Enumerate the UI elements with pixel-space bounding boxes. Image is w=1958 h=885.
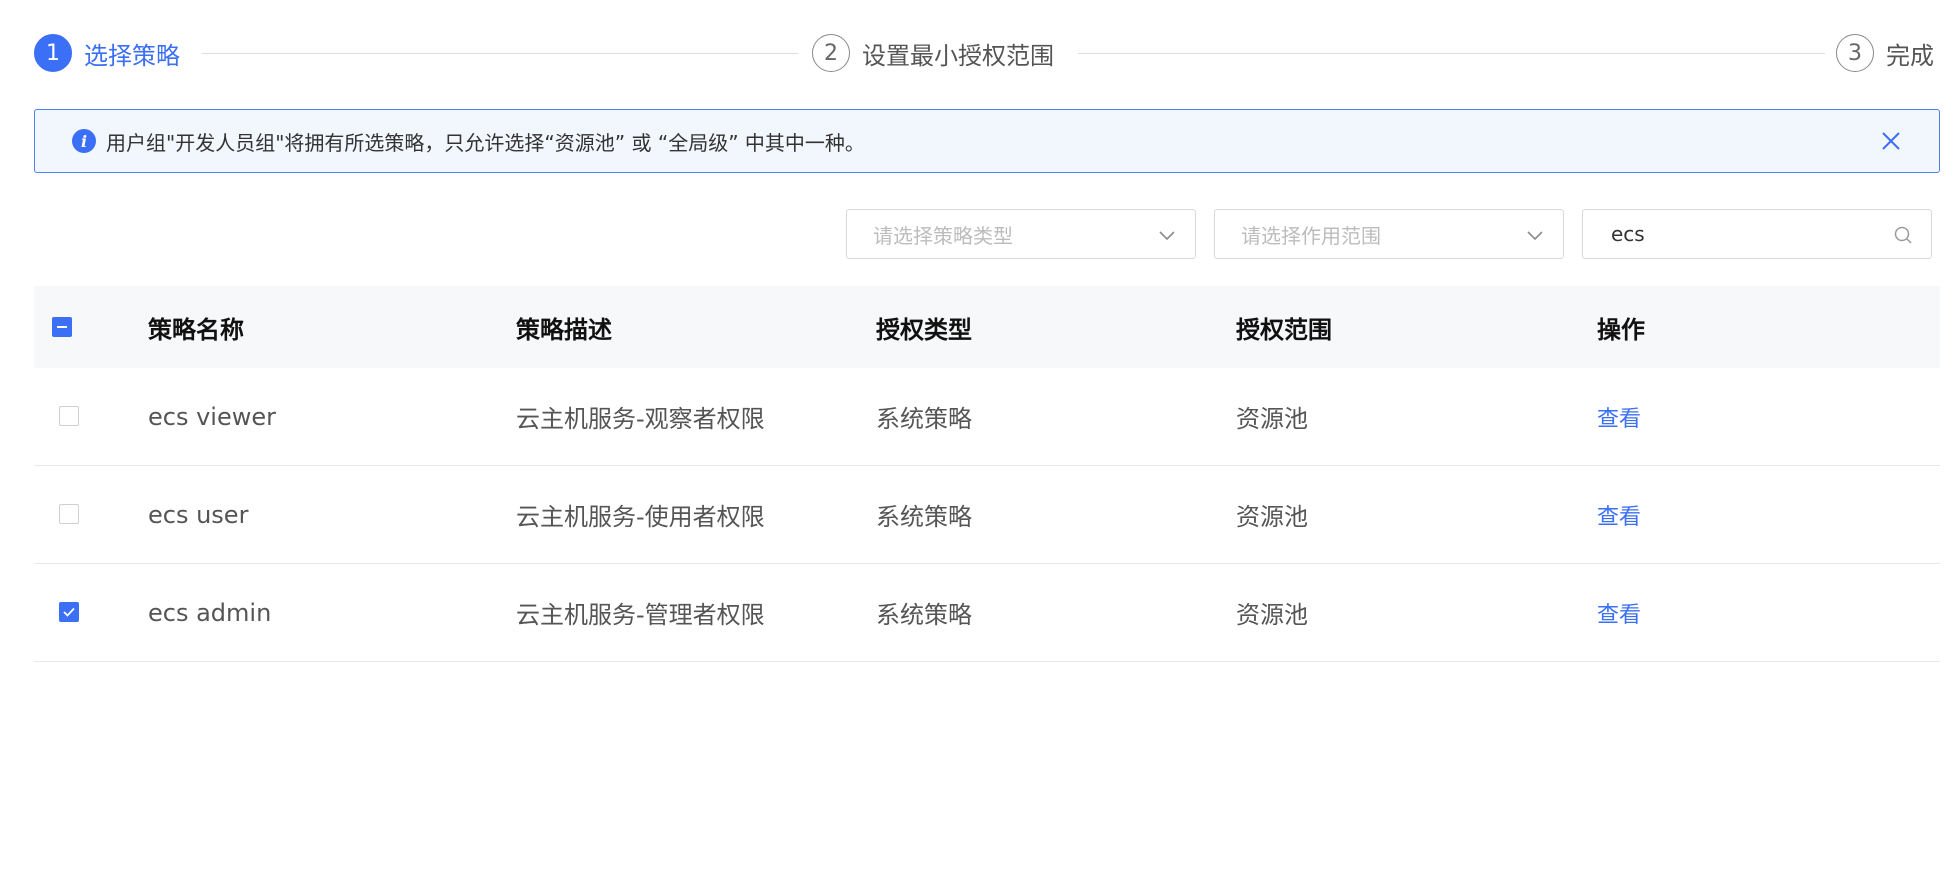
policy-desc: 云主机服务-管理者权限 — [516, 601, 765, 629]
policy-name: ecs user — [148, 500, 249, 529]
close-icon[interactable] — [1879, 129, 1903, 153]
search-value: ecs — [1611, 222, 1645, 246]
check-icon — [63, 607, 75, 617]
policy-type-placeholder: 请选择策略类型 — [873, 223, 1013, 248]
policy-type-select[interactable]: 请选择策略类型 — [846, 209, 1196, 259]
header-auth-type: 授权类型 — [876, 315, 972, 344]
chevron-down-icon — [1527, 231, 1543, 241]
policy-desc: 云主机服务-观察者权限 — [516, 405, 765, 433]
step-connector-2 — [1078, 53, 1825, 54]
policy-name: ecs admin — [148, 598, 272, 627]
scope-select[interactable]: 请选择作用范围 — [1214, 209, 1564, 259]
table-row: ecs admin 云主机服务-管理者权限 系统策略 资源池 查看 — [34, 564, 1940, 662]
chevron-down-icon — [1159, 231, 1175, 241]
scope-placeholder: 请选择作用范围 — [1241, 223, 1381, 248]
header-action: 操作 — [1597, 315, 1645, 344]
step-1-label: 选择策略 — [84, 41, 180, 70]
stepper: 1 选择策略 2 设置最小授权范围 3 完成 — [34, 34, 1944, 74]
view-link[interactable]: 查看 — [1597, 499, 1641, 531]
search-icon[interactable] — [1893, 225, 1913, 245]
view-link[interactable]: 查看 — [1597, 401, 1641, 433]
step-3-circle: 3 — [1836, 34, 1874, 72]
table-header: 策略名称 策略描述 授权类型 授权范围 操作 — [34, 286, 1940, 368]
auth-scope: 资源池 — [1236, 405, 1308, 433]
step-1-circle: 1 — [34, 34, 72, 72]
auth-type: 系统策略 — [876, 405, 972, 433]
info-icon: i — [72, 129, 96, 153]
step-2-label: 设置最小授权范围 — [862, 41, 1054, 70]
header-policy-desc: 策略描述 — [516, 315, 612, 344]
alert-text: 用户组"开发人员组"将拥有所选策略，只允许选择“资源池” 或 “全局级” 中其中… — [106, 130, 865, 155]
table-row: ecs user 云主机服务-使用者权限 系统策略 资源池 查看 — [34, 466, 1940, 564]
table-row: ecs viewer 云主机服务-观察者权限 系统策略 资源池 查看 — [34, 368, 1940, 466]
select-all-checkbox[interactable] — [52, 317, 72, 337]
header-auth-scope: 授权范围 — [1236, 315, 1332, 344]
view-link[interactable]: 查看 — [1597, 597, 1641, 629]
search-input[interactable]: ecs — [1582, 209, 1932, 259]
step-connector-1 — [202, 53, 798, 54]
info-alert: i 用户组"开发人员组"将拥有所选策略，只允许选择“资源池” 或 “全局级” 中… — [34, 109, 1940, 173]
auth-type: 系统策略 — [876, 503, 972, 531]
header-policy-name: 策略名称 — [148, 315, 244, 344]
policy-name: ecs viewer — [148, 402, 276, 431]
step-3: 3 完成 — [1836, 34, 1934, 72]
policy-table: 策略名称 策略描述 授权类型 授权范围 操作 ecs viewer 云主机服务-… — [34, 286, 1940, 662]
row-checkbox[interactable] — [59, 406, 79, 426]
step-2-circle: 2 — [812, 34, 850, 72]
auth-scope: 资源池 — [1236, 503, 1308, 531]
row-checkbox[interactable] — [59, 504, 79, 524]
step-2: 2 设置最小授权范围 — [812, 34, 1054, 72]
row-checkbox[interactable] — [59, 602, 79, 622]
auth-scope: 资源池 — [1236, 601, 1308, 629]
auth-type: 系统策略 — [876, 601, 972, 629]
step-1: 1 选择策略 — [34, 34, 180, 72]
policy-desc: 云主机服务-使用者权限 — [516, 503, 765, 531]
step-3-label: 完成 — [1886, 41, 1934, 70]
